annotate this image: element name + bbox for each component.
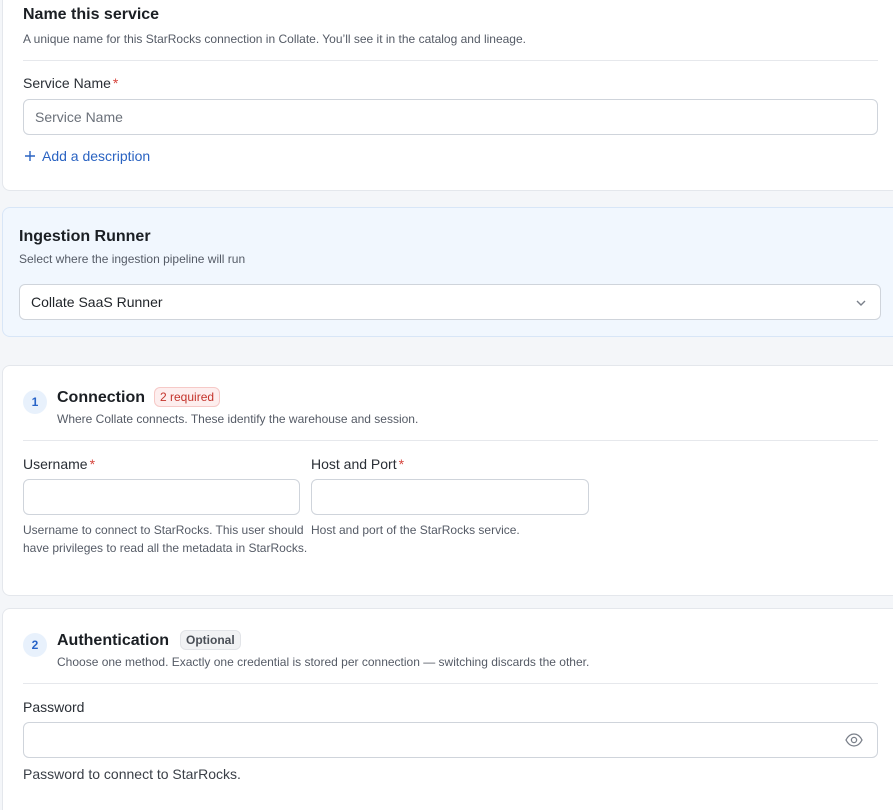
- host-port-input[interactable]: [311, 479, 589, 515]
- divider: [23, 60, 878, 61]
- password-label: Password: [23, 699, 85, 715]
- step-number-badge: 1: [23, 390, 47, 414]
- connection-section-subtitle: Where Collate connects. These identify t…: [57, 412, 419, 426]
- required-mark: *: [112, 75, 119, 91]
- name-section-subtitle: A unique name for this StarRocks connect…: [23, 32, 526, 46]
- step-number-badge: 2: [23, 633, 47, 657]
- runner-select-value: Collate SaaS Runner: [31, 294, 163, 310]
- name-section-title: Name this service: [23, 6, 160, 23]
- username-label-row: Username *: [23, 456, 95, 472]
- divider: [23, 440, 878, 441]
- divider: [23, 683, 878, 684]
- service-name-label-row: Service Name *: [23, 75, 118, 91]
- name-service-card: Name this service A unique name for this…: [2, 0, 893, 191]
- runner-section-subtitle: Select where the ingestion pipeline will…: [19, 252, 246, 266]
- auth-section-subtitle: Choose one method. Exactly one credentia…: [57, 655, 590, 669]
- ingestion-runner-card: Ingestion Runner Select where the ingest…: [2, 207, 893, 337]
- username-input[interactable]: [23, 479, 300, 515]
- authentication-card: 2 Authentication Optional Choose one met…: [2, 608, 893, 810]
- chevron-down-icon: [855, 297, 867, 309]
- runner-select[interactable]: Collate SaaS Runner: [19, 284, 881, 320]
- service-name-label: Service Name: [23, 75, 111, 91]
- host-port-label-row: Host and Port *: [311, 456, 404, 472]
- password-input[interactable]: [23, 722, 878, 758]
- required-mark: *: [89, 456, 96, 472]
- service-name-input[interactable]: [23, 99, 878, 135]
- add-description-label: Add a description: [42, 148, 151, 164]
- plus-icon: [24, 150, 36, 162]
- host-port-label: Host and Port: [311, 456, 397, 472]
- required-mark: *: [398, 456, 405, 472]
- add-description-link[interactable]: Add a description: [24, 148, 150, 164]
- optional-badge: Optional: [180, 630, 241, 650]
- password-help-text: Password to connect to StarRocks.: [23, 766, 241, 782]
- required-badge: 2 required: [154, 387, 221, 407]
- auth-section-title: Authentication: [57, 632, 169, 649]
- username-help-text: Username to connect to StarRocks. This u…: [23, 523, 308, 555]
- host-port-help-text: Host and port of the StarRocks service.: [311, 523, 520, 537]
- connection-card: 1 Connection 2 required Where Collate co…: [2, 365, 893, 596]
- eye-icon[interactable]: [845, 732, 863, 748]
- username-label: Username: [23, 456, 88, 472]
- runner-section-title: Ingestion Runner: [19, 228, 151, 245]
- connection-section-title: Connection: [57, 389, 145, 406]
